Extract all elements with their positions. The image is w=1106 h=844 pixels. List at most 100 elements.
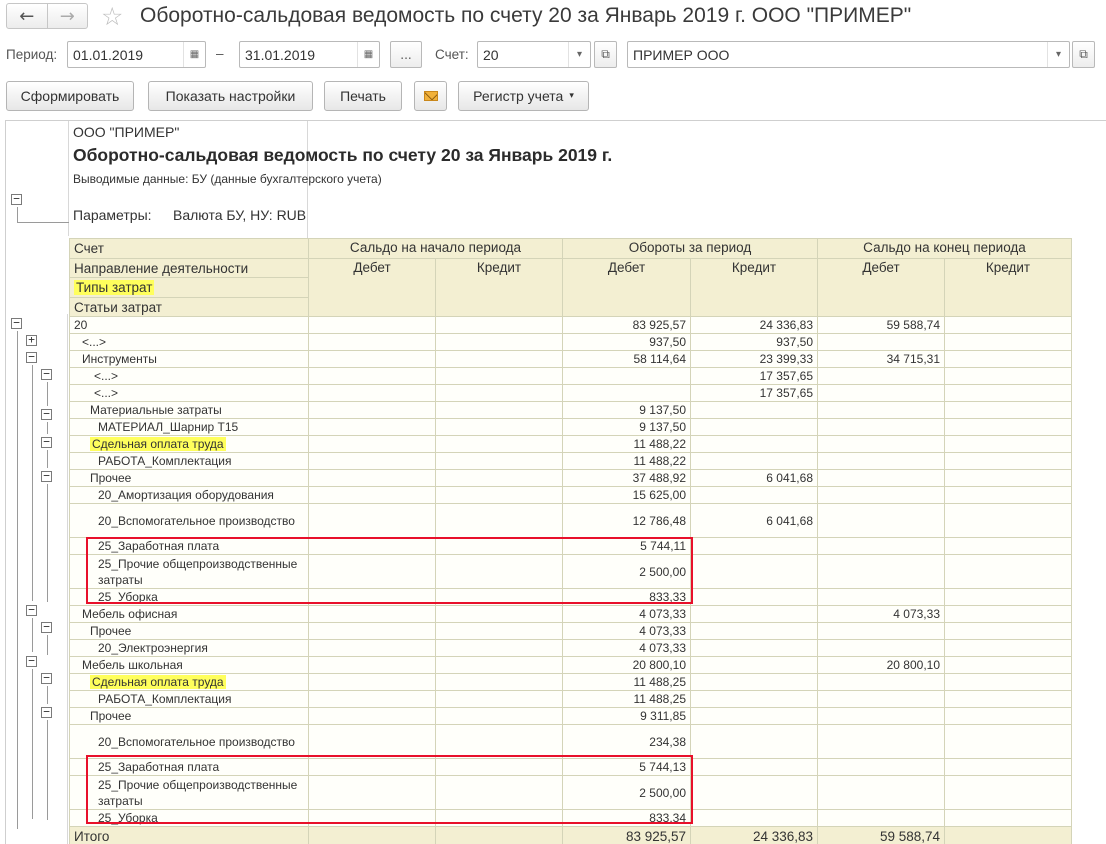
header-cost-types: Типы затрат: [69, 277, 309, 298]
table-row[interactable]: Сдельная оплата труда 11 488,25: [69, 673, 1072, 691]
closing-debit: [817, 401, 945, 419]
closing-debit: 20 800,10: [817, 656, 945, 674]
date-from-value: 01.01.2019: [73, 46, 144, 63]
collapse-icon[interactable]: −: [26, 351, 37, 363]
dropdown-arrow-icon[interactable]: ▾: [1047, 42, 1069, 67]
arrow-right-icon[interactable]: →: [46, 4, 88, 28]
table-row[interactable]: 20_Вспомогательное производство 12 786,48…: [69, 503, 1072, 538]
table-row[interactable]: 20_Амортизация оборудования 15 625,00: [69, 486, 1072, 504]
table-row[interactable]: Инструменты 58 114,64 23 399,33 34 715,31: [69, 350, 1072, 368]
table-row[interactable]: 25_Прочие общепроизводственные затраты 2 …: [69, 775, 1072, 810]
table-row[interactable]: 25_Уборка 833,34: [69, 809, 1072, 827]
closing-credit: [944, 707, 1072, 725]
collapse-icon[interactable]: −: [41, 368, 52, 380]
table-row[interactable]: 25_Уборка 833,33: [69, 588, 1072, 606]
collapse-icon[interactable]: −: [26, 655, 37, 667]
header-credit: Кредит: [690, 258, 818, 317]
date-to-field[interactable]: 31.01.2019 ▦: [239, 41, 380, 68]
arrow-left-icon[interactable]: ←: [7, 4, 47, 28]
organization-value: ПРИМЕР ООО: [633, 46, 730, 63]
opening-debit: [308, 605, 436, 623]
table-row[interactable]: Мебель школьная 20 800,10 20 800,10: [69, 656, 1072, 674]
open-organization-icon[interactable]: ⧉: [1072, 41, 1095, 68]
table-row[interactable]: <...> 17 357,65: [69, 367, 1072, 385]
table-row[interactable]: РАБОТА_Комплектация 11 488,22: [69, 452, 1072, 470]
turnover-debit: 9 137,50: [562, 418, 691, 436]
closing-debit: [817, 333, 945, 351]
table-row[interactable]: 20 83 925,57 24 336,83 59 588,74: [69, 316, 1072, 334]
closing-debit: [817, 503, 945, 538]
collapse-icon[interactable]: −: [41, 436, 52, 448]
table-row[interactable]: Мебель офисная 4 073,33 4 073,33: [69, 605, 1072, 623]
collapse-icon[interactable]: −: [41, 470, 52, 482]
total-opening-credit: [435, 826, 563, 844]
opening-debit: [308, 418, 436, 436]
collapse-icon[interactable]: −: [41, 672, 52, 684]
tree-line: [17, 207, 18, 222]
turnover-credit: [690, 673, 818, 691]
table-row[interactable]: Прочее 4 073,33: [69, 622, 1072, 640]
table-row[interactable]: <...> 937,50 937,50: [69, 333, 1072, 351]
period-dash: –: [216, 46, 224, 61]
table-row[interactable]: РАБОТА_Комплектация 11 488,25: [69, 690, 1072, 708]
opening-debit: [308, 350, 436, 368]
table-row[interactable]: МАТЕРИАЛ_Шарнир Т15 9 137,50: [69, 418, 1072, 436]
opening-credit: [435, 350, 563, 368]
table-row[interactable]: Сдельная оплата труда 11 488,22: [69, 435, 1072, 453]
account-select[interactable]: 20 ▾: [477, 41, 591, 68]
table-row[interactable]: Прочее 9 311,85: [69, 707, 1072, 725]
date-from-field[interactable]: 01.01.2019 ▦: [67, 41, 206, 68]
opening-debit: [308, 452, 436, 470]
accounting-register-button[interactable]: Регистр учета ▾: [458, 81, 589, 111]
print-button[interactable]: Печать: [324, 81, 402, 111]
table-row[interactable]: 25_Заработная плата 5 744,13: [69, 758, 1072, 776]
total-closing-debit: 59 588,74: [817, 826, 945, 844]
generate-button[interactable]: Сформировать: [6, 81, 134, 111]
calendar-icon[interactable]: ▦: [183, 42, 205, 67]
account-label: Счет:: [435, 47, 469, 62]
closing-debit: [817, 537, 945, 555]
table-row[interactable]: Материальные затраты 9 137,50: [69, 401, 1072, 419]
table-row[interactable]: 25_Заработная плата 5 744,11: [69, 537, 1072, 555]
account-value: 20: [483, 46, 499, 63]
closing-debit: [817, 435, 945, 453]
period-select-button[interactable]: ...: [390, 41, 422, 68]
turnover-debit: [562, 384, 691, 402]
calendar-icon[interactable]: ▦: [357, 42, 379, 67]
table-row[interactable]: Прочее 37 488,92 6 041,68: [69, 469, 1072, 487]
show-settings-button[interactable]: Показать настройки: [148, 81, 313, 111]
open-account-icon[interactable]: ⧉: [594, 41, 617, 68]
table-row[interactable]: 20_Вспомогательное производство 234,38: [69, 724, 1072, 759]
collapse-icon[interactable]: −: [41, 621, 52, 633]
table-row[interactable]: <...> 17 357,65: [69, 384, 1072, 402]
tree-line: [47, 686, 48, 704]
table-row[interactable]: 20_Электроэнергия 4 073,33: [69, 639, 1072, 657]
expand-icon[interactable]: +: [26, 334, 37, 346]
header-debit: Дебет: [817, 258, 945, 317]
tree-line: [47, 422, 48, 434]
turnover-credit: [690, 486, 818, 504]
turnover-credit: 17 357,65: [690, 384, 818, 402]
header-account: Счет: [69, 238, 309, 259]
table-row[interactable]: 25_Прочие общепроизводственные затраты 2 …: [69, 554, 1072, 589]
dropdown-arrow-icon[interactable]: ▾: [568, 42, 590, 67]
turnover-credit: [690, 690, 818, 708]
opening-debit: [308, 622, 436, 640]
collapse-icon[interactable]: −: [26, 604, 37, 616]
opening-credit: [435, 469, 563, 487]
report-header-table: Счет Сальдо на начало периода Обороты за…: [69, 238, 1072, 317]
closing-debit: [817, 554, 945, 589]
collapse-icon[interactable]: −: [41, 408, 52, 420]
opening-credit: [435, 418, 563, 436]
closing-credit: [944, 673, 1072, 691]
star-icon[interactable]: ☆: [101, 2, 123, 31]
collapse-icon[interactable]: −: [11, 317, 22, 329]
collapse-icon[interactable]: −: [41, 706, 52, 718]
organization-select[interactable]: ПРИМЕР ООО ▾: [627, 41, 1070, 68]
turnover-debit: 4 073,33: [562, 622, 691, 640]
closing-credit: [944, 605, 1072, 623]
send-email-button[interactable]: [414, 81, 447, 111]
collapse-icon[interactable]: −: [11, 193, 22, 205]
closing-credit: [944, 775, 1072, 810]
opening-credit: [435, 435, 563, 453]
